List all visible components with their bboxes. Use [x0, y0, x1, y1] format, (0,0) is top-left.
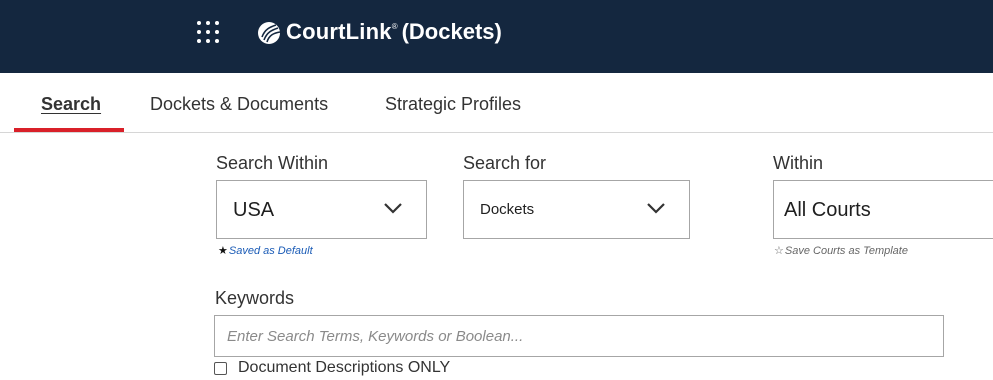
registered-mark: ®	[391, 21, 398, 31]
keywords-input[interactable]	[214, 315, 944, 357]
document-descriptions-only-label[interactable]: Document Descriptions ONLY	[238, 359, 450, 377]
tab-strategic-profiles[interactable]: Strategic Profiles	[385, 73, 521, 133]
chevron-down-icon	[647, 203, 665, 214]
saved-as-default-hint: ★ Saved as Default	[218, 244, 313, 258]
app-header: CourtLink ® (Dockets)	[0, 0, 993, 73]
within-courts-select[interactable]: All Courts	[773, 180, 993, 239]
app-section: (Dockets)	[401, 19, 502, 44]
within-value: All Courts	[784, 199, 871, 221]
search-within-value: USA	[233, 199, 275, 221]
save-courts-template-link[interactable]: Save Courts as Template	[785, 245, 908, 257]
document-descriptions-only-row: Document Descriptions ONLY	[214, 358, 450, 378]
keywords-label: Keywords	[215, 288, 295, 308]
app-name: CourtLink	[286, 19, 392, 44]
app-launcher-grid-icon[interactable]	[197, 21, 219, 43]
save-courts-template-hint: ☆ Save Courts as Template	[774, 244, 908, 258]
brand[interactable]: CourtLink ® (Dockets)	[256, 17, 502, 47]
star-filled-icon: ★	[218, 245, 228, 257]
search-for-value: Dockets	[480, 201, 535, 218]
search-for-select[interactable]: Dockets	[463, 180, 690, 239]
chevron-down-icon	[384, 203, 402, 214]
tab-search[interactable]: Search	[41, 73, 101, 133]
search-for-label: Search for	[463, 153, 547, 173]
search-within-label: Search Within	[216, 153, 329, 173]
courtlink-logo-icon	[258, 22, 281, 44]
star-outline-icon: ☆	[774, 245, 784, 257]
main-tabs: Search Dockets & Documents Strategic Pro…	[0, 73, 993, 133]
within-label: Within	[773, 153, 824, 173]
active-tab-indicator	[14, 128, 124, 132]
document-descriptions-only-checkbox[interactable]	[214, 361, 227, 375]
search-within-select[interactable]: USA	[216, 180, 427, 239]
saved-as-default-link[interactable]: Saved as Default	[229, 245, 313, 257]
tab-dockets-documents[interactable]: Dockets & Documents	[150, 73, 328, 133]
